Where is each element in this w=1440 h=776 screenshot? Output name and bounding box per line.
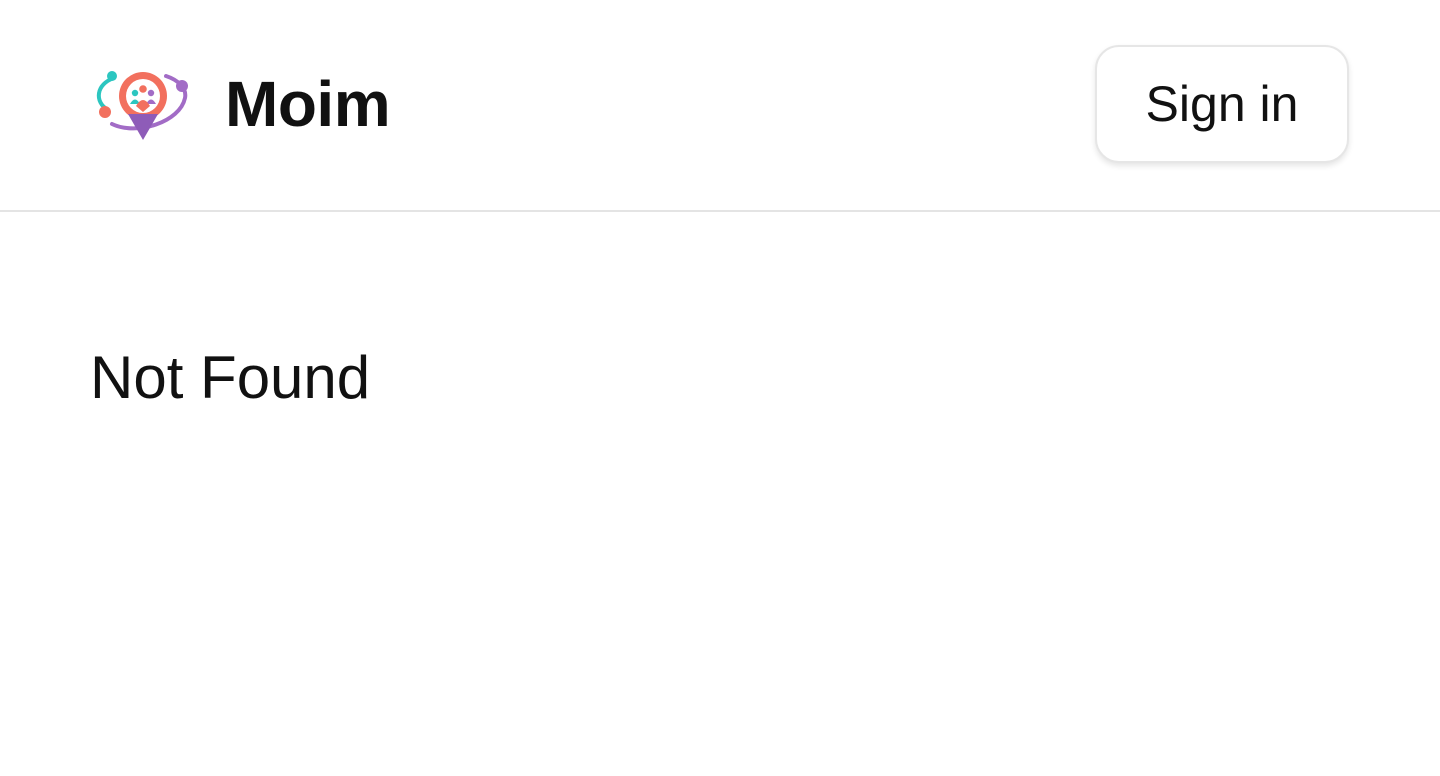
not-found-message: Not Found xyxy=(90,344,371,411)
sign-in-button[interactable]: Sign in xyxy=(1095,45,1349,163)
site-header: Moim Sign in xyxy=(0,0,1440,212)
brand-name: Moim xyxy=(225,68,391,140)
moim-logo-icon xyxy=(97,71,188,140)
brand[interactable]: Moim xyxy=(92,62,391,146)
